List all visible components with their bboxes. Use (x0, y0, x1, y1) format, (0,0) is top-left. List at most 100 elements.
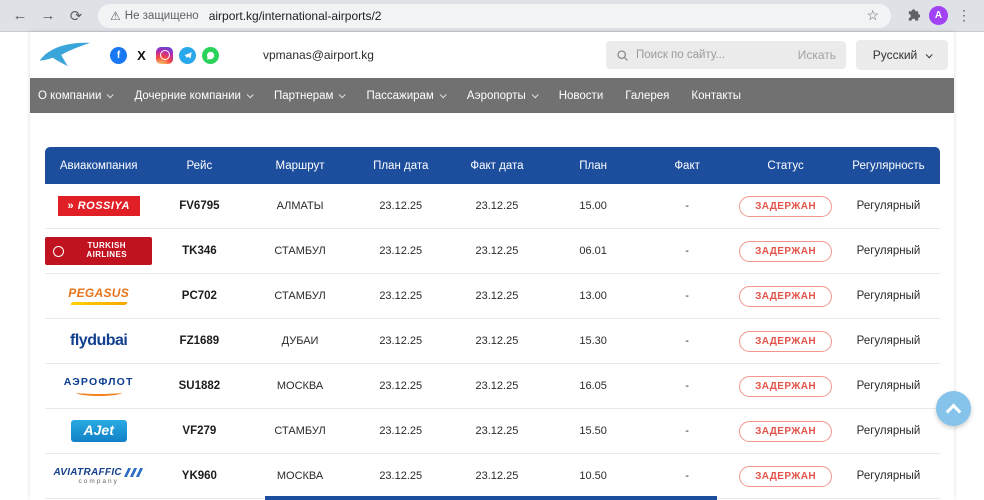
telegram-icon[interactable] (179, 47, 196, 64)
plan-date-cell: 23.12.25 (354, 470, 448, 482)
security-label: Не защищено (125, 10, 199, 22)
nav-item[interactable]: Пассажирам (366, 90, 444, 102)
fact-date-cell: 23.12.25 (448, 380, 546, 392)
column-header: Факт дата (448, 160, 546, 172)
forward-button[interactable]: → (36, 4, 60, 28)
back-button[interactable]: ← (8, 4, 32, 28)
url-text: airport.kg/international-airports/2 (209, 9, 867, 23)
status-cell: ЗАДЕРЖАН (734, 376, 837, 397)
status-cell: ЗАДЕРЖАН (734, 331, 837, 352)
plan-date-cell: 23.12.25 (354, 380, 448, 392)
chevron-up-icon (946, 404, 962, 420)
route-cell: СТАМБУЛ (246, 245, 353, 257)
profile-avatar[interactable]: A (929, 6, 948, 25)
table-row: АЭРОФЛОТ SU1882 МОСКВА 23.12.25 23.12.25… (45, 364, 940, 409)
chevron-down-icon (247, 91, 254, 98)
language-selector[interactable]: Русский (856, 40, 948, 70)
airline-cell: АЭРОФЛОТ (45, 376, 152, 397)
regularity-cell: Регулярный (837, 380, 940, 392)
airport-logo[interactable] (36, 40, 92, 70)
airline-logo: ROSSIYA (58, 196, 140, 216)
flight-number: YK960 (152, 470, 246, 482)
fact-date-cell: 23.12.25 (448, 335, 546, 347)
status-cell: ЗАДЕРЖАН (734, 196, 837, 217)
refresh-button[interactable]: ⟳ (64, 4, 88, 28)
plan-time-cell: 15.50 (546, 425, 640, 437)
browser-toolbar: ← → ⟳ ⚠ Не защищено airport.kg/internati… (0, 0, 984, 32)
route-cell: АЛМАТЫ (246, 200, 353, 212)
scroll-to-top-button[interactable] (936, 391, 971, 426)
x-twitter-icon[interactable]: X (133, 47, 150, 64)
fact-time-cell: - (640, 380, 734, 392)
flight-table: АвиакомпанияРейсМаршрутПлан датаФакт дат… (45, 147, 940, 499)
status-badge: ЗАДЕРЖАН (739, 241, 832, 262)
airline-cell: flydubai (45, 332, 152, 350)
nav-item[interactable]: О компании (38, 90, 112, 102)
flight-number: FV6795 (152, 200, 246, 212)
main-nav: О компании Дочерние компании Партнерам П… (30, 78, 954, 113)
airline-logo: flydubai (70, 332, 127, 350)
status-badge: ЗАДЕРЖАН (739, 466, 832, 487)
plan-date-cell: 23.12.25 (354, 245, 448, 257)
plan-time-cell: 10.50 (546, 470, 640, 482)
airline-logo: AVIATRAFFIC company (53, 467, 143, 485)
table-row: AVIATRAFFIC company YK960 МОСКВА 23.12.2… (45, 454, 940, 499)
chevron-down-icon (926, 51, 933, 58)
plan-date-cell: 23.12.25 (354, 200, 448, 212)
plan-time-cell: 15.00 (546, 200, 640, 212)
regularity-cell: Регулярный (837, 335, 940, 347)
plan-time-cell: 06.01 (546, 245, 640, 257)
site-search: Искать (606, 41, 846, 69)
flight-number: SU1882 (152, 380, 246, 392)
plan-date-cell: 23.12.25 (354, 425, 448, 437)
status-badge: ЗАДЕРЖАН (739, 421, 832, 442)
fact-time-cell: - (640, 200, 734, 212)
search-input[interactable] (636, 49, 791, 61)
instagram-icon[interactable] (156, 47, 173, 64)
page-content: АвиакомпанияРейсМаршрутПлан датаФакт дат… (30, 113, 954, 499)
nav-item[interactable]: Партнерам (274, 90, 345, 102)
fact-time-cell: - (640, 425, 734, 437)
airline-logo: TURKISH AIRLINES (45, 237, 152, 265)
search-submit-button[interactable]: Искать (798, 48, 836, 62)
table-row: TURKISH AIRLINES TK346 СТАМБУЛ 23.12.25 … (45, 229, 940, 274)
contact-email[interactable]: vpmanas@airport.kg (263, 48, 374, 62)
route-cell: ДУБАИ (246, 335, 353, 347)
fact-date-cell: 23.12.25 (448, 245, 546, 257)
security-warning[interactable]: ⚠ Не защищено (110, 9, 199, 23)
airline-cell: TURKISH AIRLINES (45, 237, 152, 265)
route-cell: СТАМБУЛ (246, 290, 353, 302)
status-badge: ЗАДЕРЖАН (739, 196, 832, 217)
regularity-cell: Регулярный (837, 290, 940, 302)
extensions-icon[interactable] (901, 4, 925, 28)
fact-time-cell: - (640, 470, 734, 482)
browser-menu-icon[interactable]: ⋮ (952, 4, 976, 28)
regularity-cell: Регулярный (837, 425, 940, 437)
flight-number: PC702 (152, 290, 246, 302)
table-header-row: АвиакомпанияРейсМаршрутПлан датаФакт дат… (45, 147, 940, 184)
nav-item[interactable]: Дочерние компании (134, 90, 252, 102)
bookmark-star-icon[interactable]: ☆ (866, 7, 879, 24)
nav-item[interactable]: Галерея (625, 90, 669, 102)
status-cell: ЗАДЕРЖАН (734, 241, 837, 262)
regularity-cell: Регулярный (837, 200, 940, 212)
airline-logo: АЭРОФЛОТ (64, 377, 134, 397)
facebook-icon[interactable]: f (110, 47, 127, 64)
site-header: f X vpmanas@airport.kg Искать Русский (30, 32, 954, 78)
fact-date-cell: 23.12.25 (448, 425, 546, 437)
airline-cell: AJet (45, 420, 152, 441)
plan-time-cell: 16.05 (546, 380, 640, 392)
airline-logo: PEGASUS (68, 287, 129, 305)
table-row: AJet VF279 СТАМБУЛ 23.12.25 23.12.25 15.… (45, 409, 940, 454)
column-header: Статус (734, 160, 837, 172)
nav-item[interactable]: Новости (559, 90, 604, 102)
table-row: PEGASUS PC702 СТАМБУЛ 23.12.25 23.12.25 … (45, 274, 940, 319)
chevron-down-icon (339, 91, 346, 98)
address-bar[interactable]: ⚠ Не защищено airport.kg/international-a… (98, 4, 891, 28)
regularity-cell: Регулярный (837, 470, 940, 482)
nav-item[interactable]: Аэропорты (467, 90, 537, 102)
route-cell: МОСКВА (246, 380, 353, 392)
status-badge: ЗАДЕРЖАН (739, 331, 832, 352)
nav-item[interactable]: Контакты (691, 90, 741, 102)
whatsapp-icon[interactable] (202, 47, 219, 64)
